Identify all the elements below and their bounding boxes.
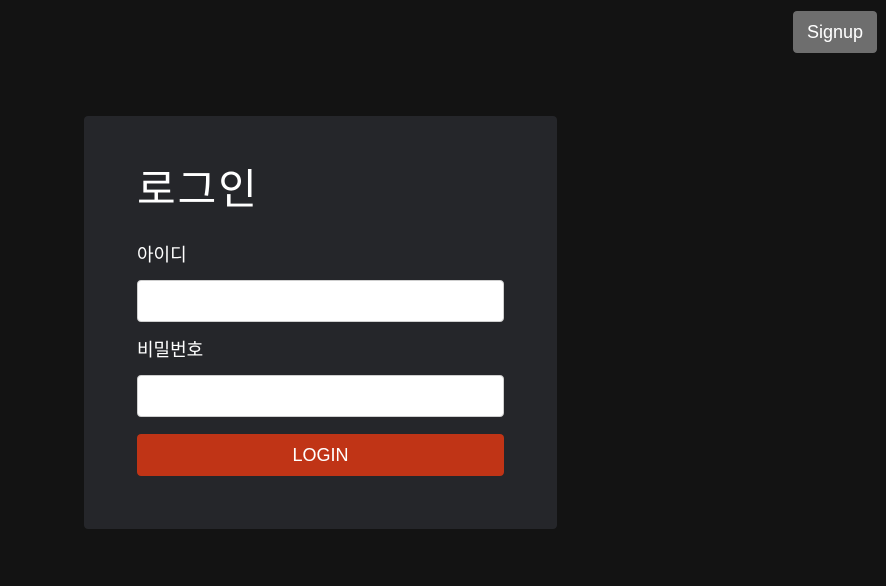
password-label: 비밀번호	[137, 340, 204, 361]
page: Signup 로그인 아이디 비밀번호 LOGIN	[0, 0, 886, 586]
login-card: 로그인 아이디 비밀번호 LOGIN	[84, 116, 557, 529]
id-label: 아이디	[137, 245, 187, 266]
login-title: 로그인	[137, 165, 259, 214]
signup-button[interactable]: Signup	[793, 11, 877, 53]
password-input[interactable]	[137, 375, 504, 417]
id-input[interactable]	[137, 280, 504, 322]
login-button[interactable]: LOGIN	[137, 434, 504, 476]
